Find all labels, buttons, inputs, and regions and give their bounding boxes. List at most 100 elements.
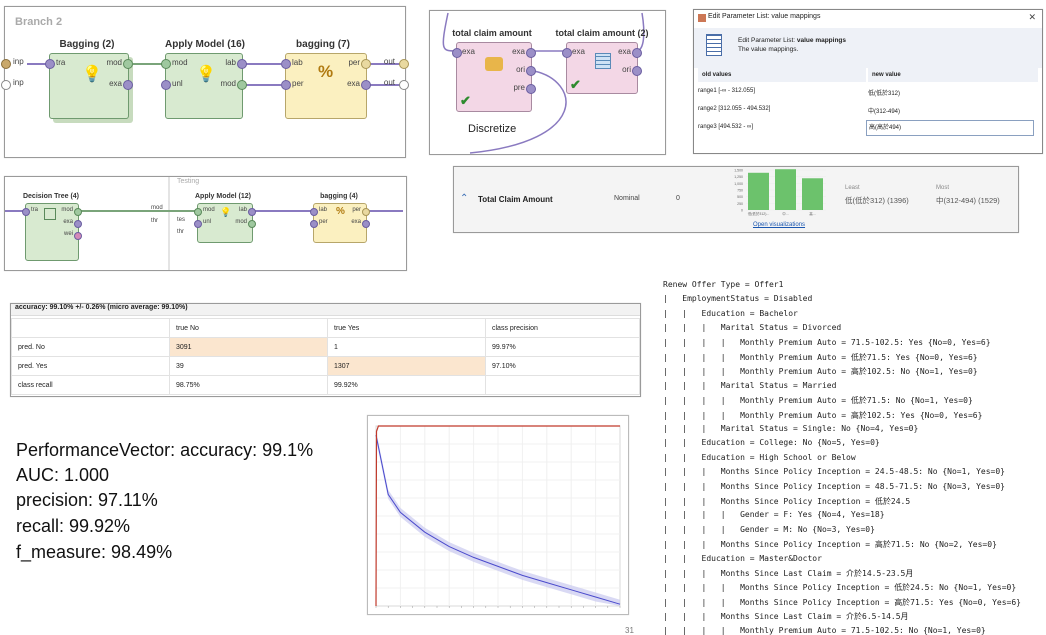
check-icon: ✔	[460, 93, 471, 108]
b4-in-port-1[interactable]	[310, 208, 318, 216]
am12-out-port-2[interactable]	[248, 220, 256, 228]
perf-in-label-1: lab	[292, 58, 303, 67]
apply-model-operator[interactable]: mod unl lab mod 💡	[161, 53, 247, 119]
table-icon	[595, 53, 611, 69]
bagging-operator[interactable]: tra mod exa 💡	[45, 53, 133, 119]
disc1-in-port[interactable]	[452, 48, 462, 58]
perf-out-label-1: per	[348, 58, 360, 67]
new-value-cell[interactable]: 中(312-494)	[868, 106, 1028, 115]
open-visualizations-link[interactable]: Open visualizations	[753, 222, 805, 228]
bagging-4-operator[interactable]: lab per per exa %	[310, 203, 370, 243]
input-port-1[interactable]	[1, 59, 11, 69]
perf-out-port-1[interactable]	[361, 59, 371, 69]
confusion-table: true No true Yes class precision pred. N…	[11, 318, 640, 395]
branch-process-panel: Branch 2 inp inp Bagging (2) tra mod exa…	[1, 6, 409, 158]
bagging-out-port-2[interactable]	[123, 80, 133, 90]
perf-out-port-2[interactable]	[361, 80, 371, 90]
apply-in-port-2[interactable]	[161, 80, 171, 90]
discretize-operator-1[interactable]: exa exa ori pre ✔	[452, 42, 536, 112]
am12-in-port-2[interactable]	[194, 220, 202, 228]
collapse-chevron-icon[interactable]: ⌃	[460, 193, 468, 204]
dt-in-port[interactable]	[22, 208, 30, 216]
apply-left-label: thr	[151, 218, 159, 224]
dt-out-port-2[interactable]	[74, 220, 82, 228]
input-port-2[interactable]	[1, 80, 11, 90]
discretize-icon	[485, 57, 503, 71]
old-value-cell[interactable]: range3 [494.532 - ∞]	[698, 124, 858, 130]
output-port-1[interactable]	[399, 59, 409, 69]
old-value-cell[interactable]: range2 [312.055 - 494.532]	[698, 106, 858, 112]
disc1-out-port-1[interactable]	[526, 48, 536, 58]
tree-text-line: | | | Marital Status = Single: No {No=4,…	[663, 424, 919, 433]
b4-out-port-1[interactable]	[362, 208, 370, 216]
precision-cell: 99.97%	[485, 337, 640, 357]
tree-icon	[44, 208, 56, 220]
apply-model-12-operator[interactable]: mod unl lab mod 💡	[194, 203, 256, 243]
discretize-operator-2[interactable]: exa exa ori ✔	[562, 42, 642, 94]
tree-text-line: | | | Months Since Last Claim = 介於6.5-14…	[663, 612, 909, 622]
output-port-2[interactable]	[399, 80, 409, 90]
percent-icon: %	[336, 206, 345, 217]
apply-left-label: tes	[177, 217, 186, 223]
am12-in-label-2: unl	[203, 219, 212, 225]
histogram-bar	[802, 178, 823, 210]
disc1-out-port-3[interactable]	[526, 84, 536, 94]
mapping-row[interactable]: range2 [312.055 - 494.532] 中(312-494)	[698, 102, 1038, 118]
decision-tree-operator[interactable]: tra mod exa wei	[22, 203, 82, 261]
decision-tree-text: Renew Offer Type = Offer1 | EmploymentSta…	[663, 280, 1043, 635]
am12-in-port-1[interactable]	[194, 208, 202, 216]
tree-text-line: | | Education = College: No {No=5, Yes=0…	[663, 438, 880, 448]
tree-text-line: | | | Months Since Policy Inception = 高於…	[663, 540, 997, 550]
attribute-missing: 0	[676, 195, 680, 202]
dt-out-label-3: wei	[63, 231, 73, 237]
histogram-y-tick: 750	[737, 189, 743, 193]
mapping-row[interactable]: range3 [494.532 - ∞] 高(高於494)	[698, 120, 1038, 136]
perf-in-port-2[interactable]	[281, 80, 291, 90]
histogram-y-tick: 0	[741, 209, 743, 213]
disc2-in-label: exa	[572, 47, 585, 56]
disc1-out-port-2[interactable]	[526, 66, 536, 76]
tree-text-line: | | | | Monthly Premium Auto = 71.5-102.…	[663, 337, 991, 347]
disc2-out-port-2[interactable]	[632, 66, 642, 76]
dt-out-label-1: mod	[61, 207, 73, 213]
attribute-stats-row[interactable]: ⌃ Total Claim Amount Nominal 0 1,500 1,25…	[453, 166, 1019, 233]
tree-text-line: | | | Months Since Policy Inception = 24…	[663, 467, 1005, 477]
wire	[5, 210, 23, 212]
apply-in-label-2: unl	[172, 79, 183, 88]
least-label: Least	[845, 185, 860, 191]
new-value-cell[interactable]: 低(低於312)	[868, 88, 1028, 97]
tree-text-line: | | | | Monthly Premium Auto = 高於102.5: …	[663, 410, 983, 420]
new-value-input[interactable]: 高(高於494)	[866, 120, 1034, 136]
bagging-out-port-1[interactable]	[123, 59, 133, 69]
perf-in-port-1[interactable]	[281, 59, 291, 69]
dialog-header-prefix: Edit Parameter List:	[738, 37, 797, 44]
apply-out-port-1[interactable]	[237, 59, 247, 69]
dt-out-port-3[interactable]	[74, 232, 82, 240]
column-header-new: new value	[868, 68, 1038, 82]
apply-in-port-1[interactable]	[161, 59, 171, 69]
table-row: pred. No 3091 1 99.97%	[11, 337, 640, 357]
decision-tree-title: Decision Tree (4)	[22, 193, 80, 200]
b4-in-port-2[interactable]	[310, 220, 318, 228]
am12-out-port-1[interactable]	[248, 208, 256, 216]
tree-text-line: | | Education = High School or Below	[663, 452, 856, 462]
bagging-in-port[interactable]	[45, 59, 55, 69]
mapping-row[interactable]: range1 [-∞ - 312.055] 低(低於312)	[698, 84, 1038, 100]
disc2-out-port-1[interactable]	[632, 48, 642, 58]
old-value-cell[interactable]: range1 [-∞ - 312.055]	[698, 88, 858, 94]
column-header-old: old values	[698, 68, 866, 82]
metric-auc: AUC: 1.000	[16, 465, 110, 485]
perf-out-label-2: exa	[347, 79, 360, 88]
b4-out-port-2[interactable]	[362, 220, 370, 228]
apply-out-port-2[interactable]	[237, 80, 247, 90]
header-cell: true No	[169, 318, 328, 338]
confusion-matrix-panel: accuracy: 99.10% +/- 0.26% (micro averag…	[10, 303, 641, 397]
disc1-in-label: exa	[462, 47, 475, 56]
disc2-in-port[interactable]	[562, 48, 572, 58]
close-icon[interactable]: ✕	[1028, 12, 1036, 23]
b4-out-label-2: exa	[351, 219, 361, 225]
lightbulb-icon: 💡	[196, 66, 216, 83]
dt-out-port-1[interactable]	[74, 208, 82, 216]
histogram-x-tick: 低(低於312)...	[748, 211, 770, 216]
performance-operator[interactable]: lab per per exa %	[281, 53, 371, 119]
